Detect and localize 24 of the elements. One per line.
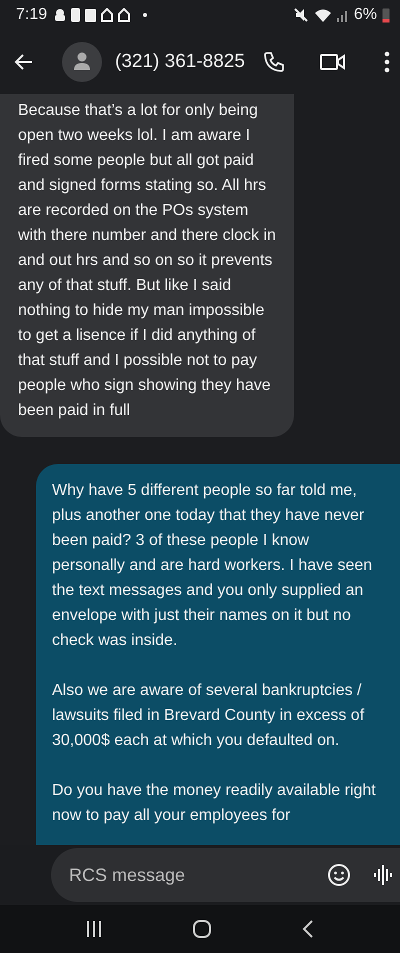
- message-text: Because that’s a lot for only being open two weeks lol. I am aware I fired some people but all got paid and signed forms stating so. All hrs are recorded on the POs system with there number and there clock in and out hrs and so on so it prevents any of that stuff. But like I said nothing to hide my man impossible to get a lisence if I did anything of that stuff and I possible not to pay people who sign showing they have been paid in full: [18, 101, 277, 421]
- wifi-icon: [314, 7, 332, 23]
- home-outline-icon: [118, 8, 130, 22]
- status-time: 7:19: [16, 6, 48, 24]
- avatar-icon: [62, 42, 102, 82]
- signal-icon: [336, 8, 349, 22]
- message-text: Do you have the money readily available right now to pay all your employees for: [52, 781, 377, 826]
- message-text: Why have 5 different people so far told me, plus another one today that they have never been paid? 3 of these people I know personally and are hard workers. I have seen the text messages and you only supplied an envelope with just their names on it but no check was inside.: [52, 481, 374, 651]
- back-icon[interactable]: [301, 919, 316, 939]
- video-call-icon[interactable]: [320, 52, 346, 72]
- more-icon[interactable]: [384, 51, 390, 73]
- battery-percent: 6%: [354, 6, 377, 24]
- voice-icon[interactable]: [373, 863, 393, 887]
- phone-icon[interactable]: [262, 50, 286, 74]
- home-icon[interactable]: [192, 919, 212, 939]
- contact-number[interactable]: (321) 361-8825: [115, 51, 262, 73]
- recent-apps-icon[interactable]: [84, 920, 103, 938]
- message-text: Also we are aware of several bankruptcies / lawsuits filed in Brevard County in excess of 30,000$ each at which you defaulted on.: [52, 681, 366, 751]
- message-field[interactable]: RCS message: [51, 848, 400, 902]
- emoji-icon[interactable]: [327, 863, 351, 887]
- mute-icon: [292, 7, 309, 23]
- home-outline-icon: [101, 8, 114, 22]
- battery-icon: [382, 7, 390, 23]
- dot-icon: [143, 13, 148, 17]
